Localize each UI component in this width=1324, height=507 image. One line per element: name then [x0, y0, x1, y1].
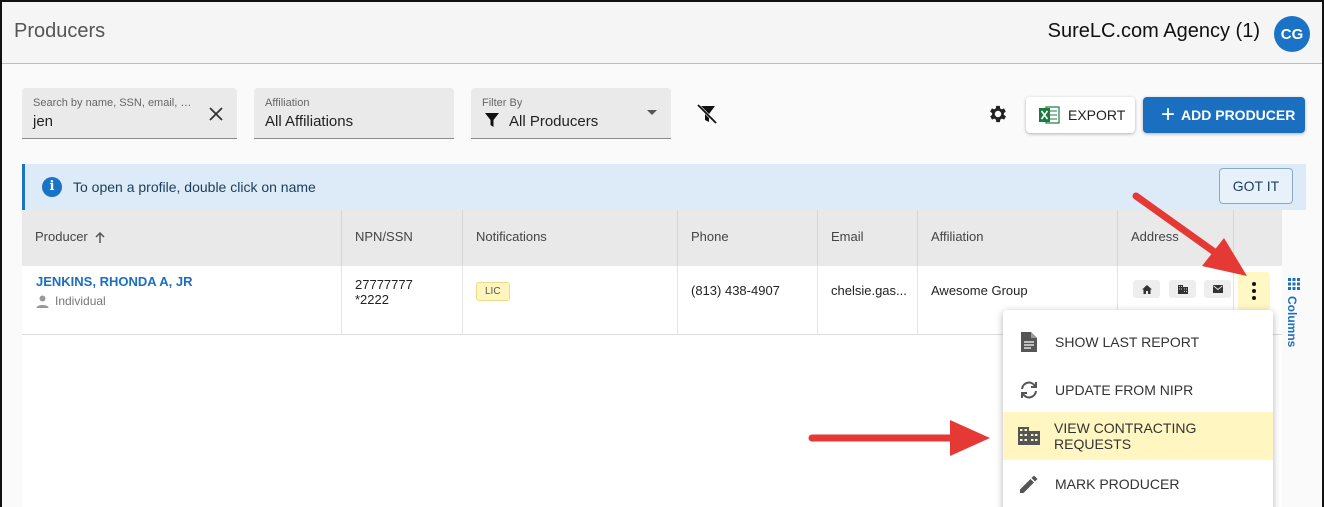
menu-item-update-from-nipr[interactable]: UPDATE FROM NIPR — [1003, 366, 1273, 414]
home-address-button[interactable] — [1133, 280, 1160, 298]
license-badge[interactable]: LIC — [476, 282, 510, 301]
gear-icon[interactable] — [987, 103, 1009, 125]
building-icon — [1177, 284, 1188, 294]
column-header-notifications[interactable]: Notifications — [463, 210, 678, 266]
email-cell: chelsie.gas... — [818, 266, 918, 335]
avatar[interactable]: CG — [1274, 16, 1310, 52]
chevron-down-icon — [647, 110, 657, 115]
clear-filter-icon[interactable] — [696, 103, 718, 125]
npn-value: 27777777 — [355, 277, 413, 292]
menu-item-label: UPDATE FROM NIPR — [1055, 382, 1194, 398]
row-actions-menu: SHOW LAST REPORT UPDATE FROM NIPR VIEW C… — [1003, 310, 1273, 507]
search-label: Search by name, SSN, email, phone — [33, 97, 195, 109]
home-icon — [1141, 284, 1152, 294]
filter-select[interactable]: Filter By All Producers — [471, 88, 671, 139]
columns-label: Columns — [1285, 296, 1299, 348]
notifications-cell: LIC — [463, 266, 678, 335]
banner-text: To open a profile, double click on name — [73, 179, 316, 195]
affiliation-label: Affiliation — [265, 97, 310, 109]
phone-value: (813) 438-4907 — [691, 283, 780, 298]
email-value: chelsie.gas... — [831, 283, 907, 298]
producer-cell: JENKINS, RHONDA A, JR Individual — [22, 266, 342, 335]
info-icon: i — [42, 177, 62, 197]
mailing-address-button[interactable] — [1204, 280, 1231, 298]
pencil-icon — [1020, 475, 1038, 493]
export-label: EXPORT — [1068, 107, 1126, 123]
menu-item-view-contracting-requests[interactable]: VIEW CONTRACTING REQUESTS — [1003, 412, 1273, 460]
business-address-button[interactable] — [1169, 280, 1196, 298]
menu-item-mark-producer[interactable]: MARK PRODUCER — [1003, 460, 1273, 507]
column-header-npn[interactable]: NPN/SSN — [342, 210, 463, 266]
document-icon — [1021, 332, 1037, 352]
producer-name-link[interactable]: JENKINS, RHONDA A, JR — [36, 274, 193, 289]
sync-icon — [1021, 381, 1037, 399]
producer-type: Individual — [36, 294, 106, 308]
add-producer-button[interactable]: + ADD PRODUCER — [1143, 97, 1305, 133]
plus-icon: + — [1161, 101, 1176, 128]
kebab-dot — [1252, 296, 1256, 300]
building-icon — [1017, 427, 1040, 445]
affiliation-value: All Affiliations — [265, 113, 354, 130]
filter-label: Filter By — [482, 97, 523, 109]
more-actions-button[interactable] — [1238, 272, 1270, 310]
mail-icon — [1212, 285, 1223, 293]
clear-search-icon[interactable] — [209, 103, 223, 125]
funnel-icon — [485, 113, 499, 127]
app-header: Producers SureLC.com Agency (1) CG — [2, 2, 1322, 64]
app-frame: Producers SureLC.com Agency (1) CG Searc… — [0, 0, 1324, 507]
got-it-button[interactable]: GOT IT — [1219, 168, 1293, 204]
affiliation-select[interactable]: Affiliation All Affiliations — [254, 88, 454, 139]
person-icon — [36, 295, 49, 308]
kebab-dot — [1252, 289, 1256, 293]
search-input[interactable]: Search by name, SSN, email, phone jen — [22, 88, 237, 139]
info-banner: i To open a profile, double click on nam… — [22, 164, 1306, 210]
phone-cell: (813) 438-4907 — [678, 266, 818, 335]
filter-value: All Producers — [509, 113, 599, 130]
add-producer-label: ADD PRODUCER — [1181, 107, 1296, 123]
column-header-affiliation[interactable]: Affiliation — [918, 210, 1118, 266]
menu-item-label: SHOW LAST REPORT — [1055, 334, 1200, 350]
columns-panel-toggle[interactable]: Columns — [1283, 274, 1305, 364]
page-title: Producers — [14, 20, 106, 42]
ssn-value: *2222 — [355, 292, 389, 307]
column-header-address[interactable]: Address — [1118, 210, 1234, 266]
table-header: Producer NPN/SSN Notifications Phone Ema… — [22, 210, 1282, 266]
grid-icon — [1288, 278, 1300, 290]
npn-cell: 27777777 *2222 — [342, 266, 463, 335]
affiliation-value-cell: Awesome Group — [931, 283, 1028, 298]
column-header-phone[interactable]: Phone — [678, 210, 818, 266]
column-header-email[interactable]: Email — [818, 210, 918, 266]
excel-icon — [1039, 106, 1060, 124]
menu-item-show-last-report[interactable]: SHOW LAST REPORT — [1003, 318, 1273, 366]
column-header-producer[interactable]: Producer — [22, 210, 342, 266]
export-button[interactable]: EXPORT — [1026, 97, 1135, 133]
sort-up-icon[interactable] — [94, 231, 106, 244]
menu-item-label: MARK PRODUCER — [1055, 476, 1180, 492]
column-header-actions — [1234, 210, 1282, 266]
agency-name[interactable]: SureLC.com Agency (1) — [1048, 20, 1260, 43]
search-value[interactable]: jen — [33, 113, 53, 130]
menu-item-label: VIEW CONTRACTING REQUESTS — [1054, 420, 1197, 452]
kebab-dot — [1252, 282, 1256, 286]
